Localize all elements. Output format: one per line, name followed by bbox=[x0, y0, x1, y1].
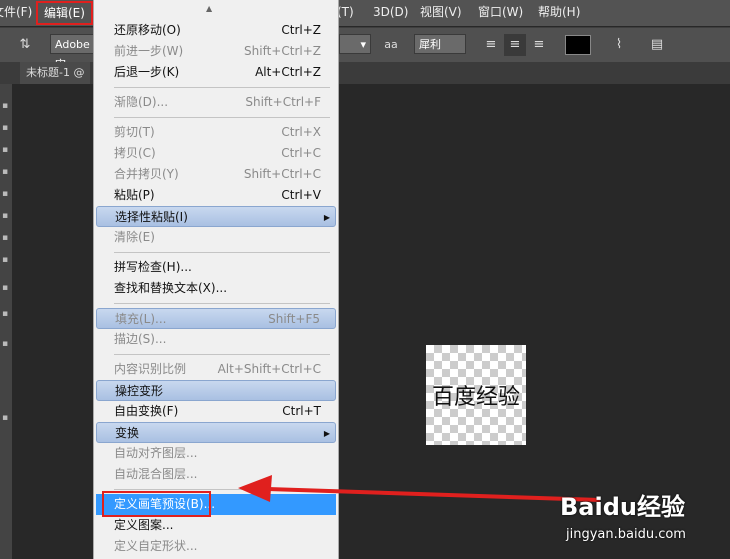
font-size-dropdown[interactable]: ▾ bbox=[339, 34, 371, 54]
menu-item-undo-move[interactable]: 还原移动(O) Ctrl+Z bbox=[96, 20, 336, 41]
toolbox: ▪ ▪ ▪ ▪ ▪ ▪ ▪ ▪ ▪ ▪ ▪ ▪ bbox=[0, 84, 12, 559]
menu-item-stroke: 描边(S)... bbox=[114, 332, 167, 346]
antialias-icon: aa bbox=[384, 38, 398, 51]
tool-icon[interactable]: ▪ bbox=[2, 256, 10, 265]
document-canvas[interactable]: 百度经验 bbox=[426, 345, 526, 445]
menu-item-define-custom-shape: 定义自定形状... bbox=[114, 539, 198, 553]
align-right-icon[interactable]: ≡ bbox=[528, 34, 550, 56]
font-family-select[interactable]: Adobe 宋 bbox=[50, 34, 94, 71]
menu-item-auto-align-layers: 自动对齐图层... bbox=[114, 446, 198, 460]
tool-icon[interactable]: ▪ bbox=[2, 414, 10, 423]
panels-toggle-icon[interactable]: ▤ bbox=[646, 34, 668, 56]
tool-icon[interactable]: ▪ bbox=[2, 284, 10, 293]
tool-icon[interactable]: ▪ bbox=[2, 340, 10, 349]
menu-item-spell-check[interactable]: 拼写检查(H)... bbox=[96, 257, 336, 278]
tool-icon[interactable]: ▪ bbox=[2, 146, 10, 155]
tool-icon[interactable]: ▪ bbox=[2, 234, 10, 243]
menu-separator bbox=[114, 117, 330, 118]
warp-text-icon[interactable]: ⌇ bbox=[608, 34, 630, 56]
menu-file[interactable]: 文件(F) bbox=[0, 0, 32, 26]
antialias-select[interactable]: 犀利 bbox=[414, 34, 466, 54]
menu-item-free-transform[interactable]: 自由变换(F) Ctrl+T bbox=[96, 401, 336, 422]
menu-separator bbox=[114, 354, 330, 355]
scroll-up-icon[interactable]: ▲ bbox=[206, 4, 212, 13]
menu-window[interactable]: 窗口(W) bbox=[478, 0, 523, 26]
menu-view[interactable]: 视图(V) bbox=[420, 0, 462, 26]
menu-item-define-pattern[interactable]: 定义图案... bbox=[96, 515, 336, 536]
menu-item-find-replace[interactable]: 查找和替换文本(X)... bbox=[96, 278, 336, 299]
menu-3d[interactable]: 3D(D) bbox=[373, 0, 408, 26]
tool-icon[interactable]: ▪ bbox=[2, 124, 10, 133]
document-tab[interactable]: 未标题-1 @ bbox=[20, 62, 91, 84]
watermark-logo: Baidu经验 bbox=[560, 493, 685, 521]
menu-edit[interactable]: 编辑(E) bbox=[36, 1, 93, 25]
tool-icon[interactable]: ▪ bbox=[2, 212, 10, 221]
menu-item-paste-special[interactable]: 选择性粘贴(I) ▶ bbox=[96, 206, 336, 227]
menu-item-paste[interactable]: 粘贴(P) Ctrl+V bbox=[96, 185, 336, 206]
menu-item-copy: 拷贝(C) Ctrl+C bbox=[114, 146, 321, 160]
tool-icon[interactable]: ▪ bbox=[2, 310, 10, 319]
annotation-highlight-box bbox=[102, 491, 211, 517]
menu-item-step-forward: 前进一步(W) Shift+Ctrl+Z bbox=[114, 44, 321, 58]
menu-item-step-backward[interactable]: 后退一步(K) Alt+Ctrl+Z bbox=[96, 62, 336, 83]
submenu-arrow-icon: ▶ bbox=[323, 213, 330, 222]
menu-item-cut: 剪切(T) Ctrl+X bbox=[114, 125, 321, 139]
menu-item-fade: 渐隐(D)... Shift+Ctrl+F bbox=[114, 95, 321, 109]
menu-type[interactable]: (T) bbox=[337, 0, 354, 26]
watermark-url: jingyan.baidu.com bbox=[566, 527, 686, 542]
align-left-icon[interactable]: ≡ bbox=[480, 34, 502, 56]
menu-separator bbox=[114, 252, 330, 253]
align-center-icon[interactable]: ≡ bbox=[504, 34, 526, 56]
tool-icon[interactable]: ▪ bbox=[2, 102, 10, 111]
menu-item-fill: 填充(L)... Shift+F5 bbox=[96, 308, 336, 329]
menu-separator bbox=[114, 303, 330, 304]
menu-separator bbox=[114, 489, 330, 490]
menu-help[interactable]: 帮助(H) bbox=[538, 0, 580, 26]
menu-item-puppet-warp[interactable]: 操控变形 bbox=[96, 380, 336, 401]
edit-menu: ▲ 还原移动(O) Ctrl+Z 前进一步(W) Shift+Ctrl+Z 后退一步… bbox=[93, 0, 339, 559]
menu-item-copy-merged: 合并拷贝(Y) Shift+Ctrl+C bbox=[114, 167, 321, 181]
tool-icon[interactable]: ▪ bbox=[2, 168, 10, 177]
text-orientation-icon[interactable]: ⇅ bbox=[14, 34, 36, 56]
menu-item-clear: 清除(E) bbox=[114, 230, 155, 244]
canvas-text-layer: 百度经验 bbox=[431, 385, 520, 410]
submenu-arrow-icon: ▶ bbox=[323, 429, 330, 438]
menu-item-auto-blend-layers: 自动混合图层... bbox=[114, 467, 198, 481]
menu-item-content-aware-scale: 内容识别比例 Alt+Shift+Ctrl+C bbox=[114, 362, 321, 376]
tool-icon[interactable]: ▪ bbox=[2, 190, 10, 199]
menu-item-transform[interactable]: 变换 ▶ bbox=[96, 422, 336, 443]
menu-separator bbox=[114, 87, 330, 88]
text-color-swatch[interactable] bbox=[565, 35, 591, 55]
